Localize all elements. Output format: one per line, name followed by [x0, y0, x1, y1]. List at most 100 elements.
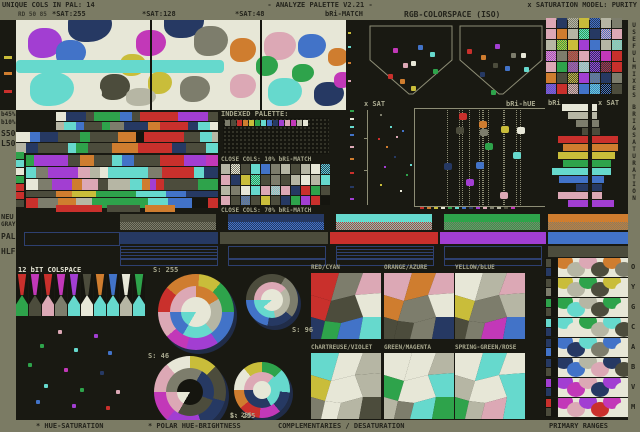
edge-tick — [348, 62, 351, 64]
lollipop-dot — [485, 143, 493, 150]
useful-mixes-vertical-title: USEFUL MIXES — [629, 22, 639, 106]
range-chip — [546, 279, 551, 287]
mix-cell — [601, 29, 611, 39]
scatter-dot — [94, 334, 98, 338]
range-chip — [546, 299, 551, 307]
close-col-swatch — [231, 186, 240, 195]
chip — [16, 152, 24, 159]
sat128-label[interactable]: *SAT:128 — [142, 10, 176, 18]
shard-wedge — [68, 295, 80, 316]
neu-segment — [228, 214, 324, 222]
close-col-swatch — [241, 186, 250, 195]
mix-cell — [601, 51, 611, 61]
mix-cell — [579, 51, 589, 61]
bar-segment — [172, 143, 186, 153]
range-chip-col — [545, 258, 557, 277]
range-blob — [615, 382, 628, 397]
range-chip — [546, 399, 551, 407]
tornado-right-bar — [592, 144, 618, 151]
palette-chip — [291, 120, 296, 126]
footer-complementaries: COMPLEMENTARIES / DESATURATION — [278, 422, 404, 430]
comp-patch — [455, 353, 483, 381]
vt-char: I — [632, 71, 636, 78]
lollipop-sat-axis[interactable]: x SAT — [364, 100, 385, 108]
bar-segment — [186, 191, 218, 197]
hue-blob — [180, 76, 210, 102]
tornado-left-bar — [563, 160, 588, 167]
hue-saturation-scatter — [16, 318, 144, 418]
mix-cell — [557, 51, 567, 61]
range-letter: V — [631, 383, 635, 391]
vt-char: E — [632, 36, 636, 43]
bar-segment — [112, 143, 138, 153]
footer-polar-hue-brightness[interactable]: * POLAR HUE-BRIGHTNESS — [148, 422, 241, 430]
bar-segment — [76, 122, 84, 130]
comp-patch — [499, 373, 525, 397]
range-chip-col — [545, 318, 557, 337]
mix-cell — [568, 62, 578, 72]
mix-cell — [612, 18, 622, 28]
scatter-dot — [106, 406, 110, 410]
bar-segment — [134, 155, 160, 166]
shard-bottom — [55, 295, 67, 316]
app-title: - ANALYZE PALETTE V2.21 - — [267, 1, 372, 9]
lollipop-dot — [517, 127, 525, 134]
mix-cell — [546, 73, 556, 83]
shard-bottom — [81, 295, 93, 316]
range-blob — [615, 302, 628, 317]
mix-cell — [590, 18, 600, 28]
bar-segment — [76, 143, 88, 153]
field-svg — [384, 273, 454, 339]
bar-segment — [138, 143, 172, 153]
range-blob — [615, 322, 628, 337]
saturation-model-toggle[interactable]: x SATURATION MODEL: PURITY — [527, 1, 637, 9]
bar-segment — [72, 191, 96, 197]
rail-label-l50: L50 — [1, 139, 15, 148]
mini-dot — [400, 190, 402, 192]
close-col-swatch — [301, 164, 310, 174]
bar-segment — [130, 179, 142, 190]
comp-patch — [455, 317, 469, 339]
field-svg — [455, 353, 525, 419]
footer-hue-saturation[interactable]: * HUE-SATURATION — [36, 422, 103, 430]
comp-patch — [394, 401, 414, 419]
chip — [16, 160, 24, 167]
shard-wedge — [133, 274, 145, 295]
vt-char: F — [632, 43, 636, 50]
comp-patch — [481, 317, 507, 339]
field-svg — [348, 20, 544, 98]
tornado-left-bar — [552, 168, 588, 175]
gradient-bars-panel — [16, 112, 220, 208]
palette-chip — [303, 120, 308, 126]
bar-segment — [86, 112, 94, 121]
range-chip — [546, 308, 551, 316]
polar-ring-inner — [253, 381, 271, 399]
comp-patch — [455, 273, 483, 301]
sat48-label[interactable]: *SAT:48 — [235, 10, 265, 18]
palette-chip — [237, 120, 242, 126]
sat255-label[interactable]: *SAT:255 — [52, 10, 86, 18]
lollipop-dot — [466, 179, 474, 186]
bar-segment — [198, 179, 218, 190]
comp-patch — [410, 317, 436, 339]
comp-patch — [481, 397, 507, 419]
scatter-dot — [40, 344, 44, 348]
lollipop-dot — [456, 127, 464, 134]
bar-segment — [66, 112, 86, 121]
vt-char: L — [632, 57, 636, 64]
neu-segment — [120, 214, 216, 222]
comp-patch — [384, 397, 398, 419]
comp-patch — [428, 293, 454, 317]
comp-patch — [475, 353, 507, 381]
bar-segment — [142, 179, 150, 190]
palette-dot — [393, 48, 398, 53]
funnel-outline — [460, 26, 542, 94]
bar-segment — [186, 143, 206, 153]
shard-bottom — [94, 295, 106, 316]
bar-segment — [122, 155, 134, 166]
range-chip — [546, 268, 551, 276]
comp-patch — [384, 353, 412, 381]
shard-top — [42, 274, 54, 295]
tornado-right-bar — [592, 152, 615, 159]
shard-wedge — [133, 295, 145, 316]
